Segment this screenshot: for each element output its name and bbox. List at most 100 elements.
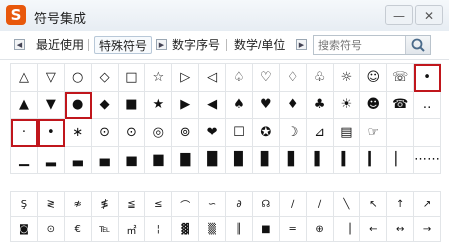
symbol-cell[interactable]: ∕ (279, 192, 307, 217)
symbol-cell[interactable]: ← (360, 217, 388, 242)
symbol-cell[interactable]: ╲ (333, 192, 361, 217)
symbol-cell[interactable]: ☏ (387, 64, 415, 92)
symbol-cell[interactable]: ▒ (199, 217, 226, 242)
symbol-cell[interactable]: ↖ (360, 192, 388, 217)
symbol-cell[interactable]: ◇ (91, 64, 119, 92)
symbol-cell[interactable]: ● (64, 91, 92, 119)
symbol-cell[interactable]: ▽ (37, 64, 65, 92)
symbol-cell[interactable]: ◎ (145, 119, 173, 147)
symbol-cell[interactable]: ☊ (252, 192, 280, 217)
symbol-cell[interactable]: ♣ (306, 91, 334, 119)
symbol-cell[interactable]: ⊕ (306, 217, 334, 242)
symbol-cell[interactable]: € (64, 217, 92, 242)
close-button[interactable]: ✕ (415, 5, 443, 25)
symbol-cell[interactable]: ▶ (172, 91, 200, 119)
symbol-cell[interactable]: ☽ (279, 119, 307, 147)
symbol-cell[interactable]: ♢ (279, 64, 307, 92)
symbol-cell[interactable]: △ (11, 64, 38, 92)
symbol-cell[interactable]: ▎ (360, 146, 388, 174)
symbol-cell[interactable]: ☐ (226, 119, 253, 147)
symbol-cell[interactable]: ☺ (360, 64, 388, 92)
symbol-cell[interactable]: █ (199, 146, 226, 174)
symbol-cell[interactable]: ▋ (279, 146, 307, 174)
symbol-cell[interactable]: ▃ (64, 146, 92, 174)
symbol-cell[interactable]: ▲ (11, 91, 38, 119)
symbol-cell[interactable]: ▄ (91, 146, 119, 174)
symbol-cell[interactable]: ↔ (387, 217, 415, 242)
symbol-cell[interactable]: ∗ (64, 119, 92, 147)
symbol-cell[interactable]: □ (118, 64, 146, 92)
symbol-cell[interactable]: ☀ (333, 91, 361, 119)
tab-number-sequence[interactable]: 数字序号 (168, 36, 224, 54)
symbol-cell[interactable]: ♠ (226, 91, 253, 119)
search-button[interactable] (405, 36, 430, 54)
symbol-cell[interactable]: ☼ (333, 64, 361, 92)
symbol-cell[interactable]: ⊚ (172, 119, 200, 147)
symbol-cell[interactable]: ≷ (37, 192, 65, 217)
symbol-cell[interactable]: ♡ (252, 64, 280, 92)
search-input[interactable] (314, 37, 408, 55)
symbol-cell[interactable]: ▍ (333, 146, 361, 174)
symbol-cell[interactable]: ℡ (91, 217, 119, 242)
symbol-cell[interactable]: ⊙ (91, 119, 119, 147)
symbol-cell[interactable]: ◙ (11, 217, 38, 242)
symbol-cell[interactable]: ♥ (252, 91, 280, 119)
symbol-cell[interactable]: ⊙ (37, 217, 65, 242)
symbol-cell[interactable]: ∕ (306, 192, 334, 217)
symbol-cell[interactable]: ¦ (145, 217, 173, 242)
symbol-cell[interactable]: ▼ (37, 91, 65, 119)
symbol-cell[interactable]: ❤ (199, 119, 226, 147)
symbol-cell[interactable]: ◀ (199, 91, 226, 119)
symbol-cell[interactable]: ⊿ (306, 119, 334, 147)
symbol-cell[interactable]: ⌒ (172, 192, 200, 217)
symbol-cell[interactable]: ★ (145, 91, 173, 119)
symbol-cell[interactable]: ▷ (172, 64, 200, 92)
symbol-cell[interactable]: ↑ (387, 192, 415, 217)
tab-recent[interactable]: 最近使用 (32, 36, 88, 54)
symbol-cell[interactable]: ≸ (91, 192, 119, 217)
symbol-cell[interactable] (414, 119, 441, 147)
symbol-cell[interactable]: ∂ (226, 192, 253, 217)
symbol-cell[interactable]: ↗ (414, 192, 441, 217)
tab-next-arrow-icon[interactable]: ▶ (156, 39, 167, 50)
symbol-cell[interactable]: ⊙ (118, 119, 146, 147)
symbol-cell[interactable]: ▉ (226, 146, 253, 174)
symbol-cell[interactable]: ▓ (172, 217, 200, 242)
symbol-cell[interactable]: ▤ (333, 119, 361, 147)
symbol-cell[interactable]: ◆ (91, 91, 119, 119)
symbol-cell[interactable]: ▇ (172, 146, 200, 174)
symbol-cell[interactable]: ○ (64, 64, 92, 92)
symbol-cell[interactable]: ▌ (306, 146, 334, 174)
symbol-cell[interactable]: ♦ (279, 91, 307, 119)
symbol-cell[interactable]: ☎ (387, 91, 415, 119)
minimize-button[interactable]: — (385, 5, 413, 25)
symbol-cell[interactable]: ✪ (252, 119, 280, 147)
symbol-cell[interactable]: ▂ (37, 146, 65, 174)
symbol-cell[interactable]: → (414, 217, 441, 242)
symbol-cell[interactable]: ☆ (145, 64, 173, 92)
symbol-cell[interactable]: ■ (118, 91, 146, 119)
tab-next-arrow-icon[interactable]: ▶ (296, 39, 307, 50)
symbol-cell[interactable]: ▅ (118, 146, 146, 174)
symbol-cell[interactable]: ☻ (360, 91, 388, 119)
symbol-cell[interactable]: • (414, 64, 441, 92)
symbol-cell[interactable]: ㎡ (118, 217, 146, 242)
tab-prev-arrow-icon[interactable]: ◀ (14, 39, 25, 50)
symbol-cell[interactable]: ═ (279, 217, 307, 242)
symbol-cell[interactable]: ║ (226, 217, 253, 242)
symbol-cell[interactable]: ⋯⋯ (414, 146, 441, 174)
symbol-cell[interactable]: ▏ (387, 146, 415, 174)
symbol-cell[interactable]: ♧ (306, 64, 334, 92)
symbol-cell[interactable]: ▆ (145, 146, 173, 174)
symbol-cell[interactable]: ■ (252, 217, 280, 242)
symbol-cell[interactable]: ‥ (414, 91, 441, 119)
symbol-cell[interactable]: ◁ (199, 64, 226, 92)
symbol-cell[interactable]: ∽ (199, 192, 226, 217)
symbol-cell[interactable]: • (37, 119, 65, 147)
symbol-cell[interactable]: ♤ (226, 64, 253, 92)
symbol-cell[interactable]: Ş (11, 192, 38, 217)
symbol-cell[interactable]: · (11, 119, 38, 147)
symbol-cell[interactable] (387, 119, 415, 147)
tab-special-symbols[interactable]: 特殊符号 (94, 36, 153, 54)
tab-math-units[interactable]: 数学/单位 (230, 36, 289, 54)
